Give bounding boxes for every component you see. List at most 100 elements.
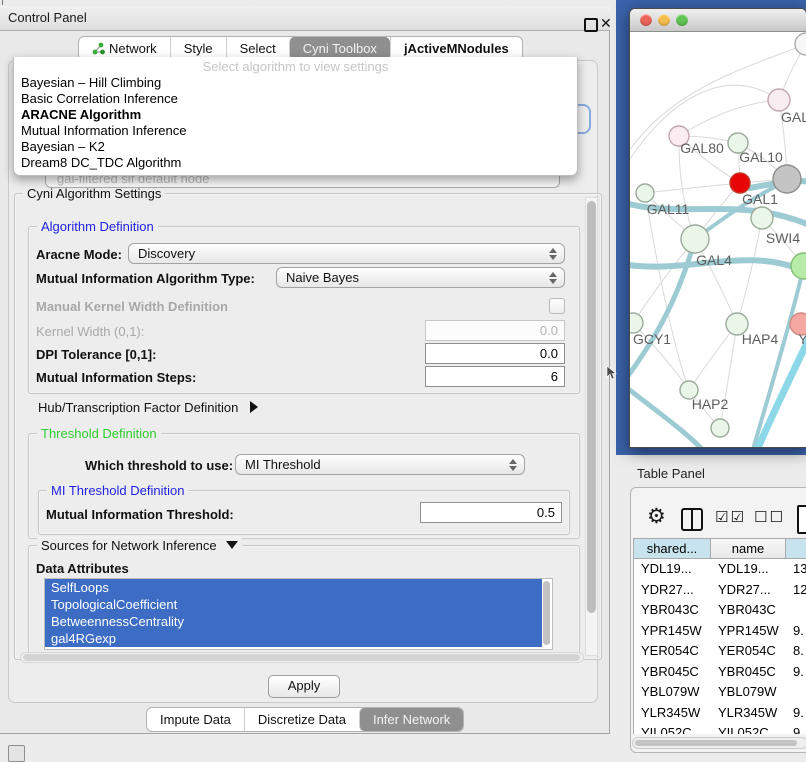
which-threshold-select[interactable]: MI Threshold	[235, 454, 525, 475]
table-cell[interactable]: YBR045C	[634, 662, 711, 683]
close-button[interactable]	[640, 14, 652, 26]
column-header-a[interactable]: A	[786, 538, 806, 559]
table-cell[interactable]: 12	[786, 580, 806, 601]
table-cell[interactable]: YER054C	[711, 641, 786, 662]
table-row[interactable]: YBR043CYBR043C	[634, 600, 806, 621]
new-table-icon[interactable]	[797, 505, 806, 534]
column-header-shared[interactable]: shared...	[634, 538, 711, 559]
network-view-window[interactable]: GALGAL80GAL10GAL1GAL11SWI4GAL4GCY1HAP4YH…	[629, 8, 806, 448]
node-green[interactable]	[791, 253, 806, 279]
table-horizontal-scrollbar[interactable]	[632, 737, 806, 749]
control-panel-titlebar[interactable]: Control Panel ✕	[0, 6, 610, 31]
table-row[interactable]: YBL079WYBL079W	[634, 682, 806, 703]
mi-algorithm-type-select[interactable]: Naive Bayes	[276, 267, 565, 288]
table-cell[interactable]: YLR345W	[711, 703, 786, 724]
collapsed-arrow-icon[interactable]	[250, 401, 258, 413]
dropdown-item-mutual-information-inference[interactable]: Mutual Information Inference	[14, 123, 577, 139]
table-row[interactable]: YER054CYER054C8.	[634, 641, 806, 662]
node-gal-partial[interactable]	[768, 89, 790, 111]
table-cell[interactable]: 9.	[786, 703, 806, 724]
table-cell[interactable]	[786, 600, 806, 621]
table-cell[interactable]: YDL19...	[711, 559, 786, 580]
table-cell[interactable]: YPR145W	[634, 621, 711, 642]
node-swi4[interactable]	[751, 207, 773, 229]
table-cell[interactable]: YBR043C	[711, 600, 786, 621]
deselect-all-icon[interactable]: ☐☐	[754, 508, 785, 526]
graph-edge[interactable]	[630, 384, 712, 448]
network-graph-canvas[interactable]: GALGAL80GAL10GAL1GAL11SWI4GAL4GCY1HAP4YH…	[630, 32, 806, 448]
table-cell[interactable]: YDL19...	[634, 559, 711, 580]
dropdown-item-aracne-algorithm[interactable]: ARACNE Algorithm	[14, 107, 577, 123]
float-icon[interactable]	[584, 18, 598, 32]
close-icon[interactable]: ✕	[600, 15, 612, 32]
node-bottom[interactable]	[711, 419, 729, 437]
table-cell[interactable]: 9.	[786, 723, 806, 734]
attr-item-gal4rgexp[interactable]: gal4RGexp	[45, 630, 542, 647]
dpi-tolerance-field[interactable]: 0.0	[425, 343, 565, 364]
graph-edge[interactable]	[679, 100, 779, 136]
table-row[interactable]: YPR145WYPR145W9.	[634, 621, 806, 642]
select-all-icon[interactable]: ☑☑	[715, 508, 746, 526]
table-cell[interactable]: YIL052C	[634, 723, 711, 734]
node-gal4[interactable]	[681, 225, 709, 253]
minimize-button[interactable]	[658, 14, 670, 26]
table-cell[interactable]: 9.	[786, 662, 806, 683]
apply-button[interactable]: Apply	[268, 675, 340, 698]
table-row[interactable]: YLR345WYLR345W9.	[634, 703, 806, 724]
sources-title[interactable]: Sources for Network Inference	[37, 538, 242, 553]
mi-threshold-field[interactable]: 0.5	[420, 502, 562, 523]
graph-edge[interactable]	[737, 218, 762, 324]
table-cell[interactable]: 13	[786, 559, 806, 580]
settings-hscrollbar-thumb[interactable]	[23, 654, 580, 661]
minimized-panel-icon[interactable]	[8, 745, 25, 762]
table-cell[interactable]: YBL079W	[634, 682, 711, 703]
gear-icon[interactable]: ⚙	[647, 504, 666, 529]
dropdown-item-bayesian-k2[interactable]: Bayesian – K2	[14, 139, 577, 155]
table-row[interactable]: YBR045CYBR045C9.	[634, 662, 806, 683]
graph-edge[interactable]	[720, 324, 737, 428]
table-cell[interactable]	[786, 682, 806, 703]
attr-item-betweennesscentrality[interactable]: BetweennessCentrality	[45, 613, 542, 630]
dropdown-item-basic-correlation-inference[interactable]: Basic Correlation Inference	[14, 91, 577, 107]
graph-edge[interactable]	[633, 239, 695, 323]
data-attributes-list[interactable]: SelfLoopsTopologicalCoefficientBetweenne…	[44, 578, 553, 650]
graph-edge[interactable]	[645, 183, 740, 193]
table-cell[interactable]: YBL079W	[711, 682, 786, 703]
network-window-titlebar[interactable]	[630, 9, 806, 32]
settings-scrollbar-thumb[interactable]	[587, 201, 596, 613]
kernel-width-field[interactable]: 0.0	[425, 320, 565, 341]
zoom-button[interactable]	[676, 14, 688, 26]
node-top[interactable]	[795, 33, 806, 55]
algorithm-dropdown[interactable]: Select algorithm to view settings Bayesi…	[13, 57, 578, 176]
table-cell[interactable]: 8.	[786, 641, 806, 662]
node-gal11[interactable]	[636, 184, 654, 202]
table-cell[interactable]: YBR045C	[711, 662, 786, 683]
attr-item-topologicalcoefficient[interactable]: TopologicalCoefficient	[45, 596, 542, 613]
dropdown-item-dream8-dc-tdc-algorithm[interactable]: Dream8 DC_TDC Algorithm	[14, 155, 577, 171]
graph-edge[interactable]	[630, 239, 695, 384]
node-table[interactable]: shared...nameA YDL19...YDL19...13YDR27..…	[633, 538, 806, 734]
graph-edge[interactable]	[750, 266, 804, 448]
split-view-icon[interactable]	[681, 508, 703, 531]
node-gal1[interactable]	[730, 173, 750, 193]
aracne-mode-select[interactable]: Discovery	[128, 243, 565, 264]
table-cell[interactable]: YPR145W	[711, 621, 786, 642]
table-row[interactable]: YDR27...YDR27...12	[634, 580, 806, 601]
expanded-arrow-icon[interactable]	[226, 541, 238, 549]
graph-edge[interactable]	[689, 324, 737, 390]
manual-kernel-checkbox[interactable]	[549, 298, 565, 314]
table-cell[interactable]: YIL052C	[711, 723, 786, 734]
tab-infer-network[interactable]: Infer Network	[359, 708, 463, 731]
table-cell[interactable]: YLR345W	[634, 703, 711, 724]
table-cell[interactable]: 9.	[786, 621, 806, 642]
dropdown-item-bayesian-hill-climbing[interactable]: Bayesian – Hill Climbing	[14, 75, 577, 91]
mi-steps-field[interactable]: 6	[425, 366, 565, 387]
list-scrollbar-thumb[interactable]	[543, 581, 550, 645]
node-gray[interactable]	[773, 165, 801, 193]
tab-discretize-data[interactable]: Discretize Data	[244, 708, 359, 731]
node-gcy1[interactable]	[630, 313, 643, 333]
table-cell[interactable]: YDR27...	[711, 580, 786, 601]
table-row[interactable]: YIL052CYIL052C9.	[634, 723, 806, 734]
hub-definition-section[interactable]: Hub/Transcription Factor Definition	[38, 400, 258, 415]
column-header-name[interactable]: name	[711, 538, 786, 559]
